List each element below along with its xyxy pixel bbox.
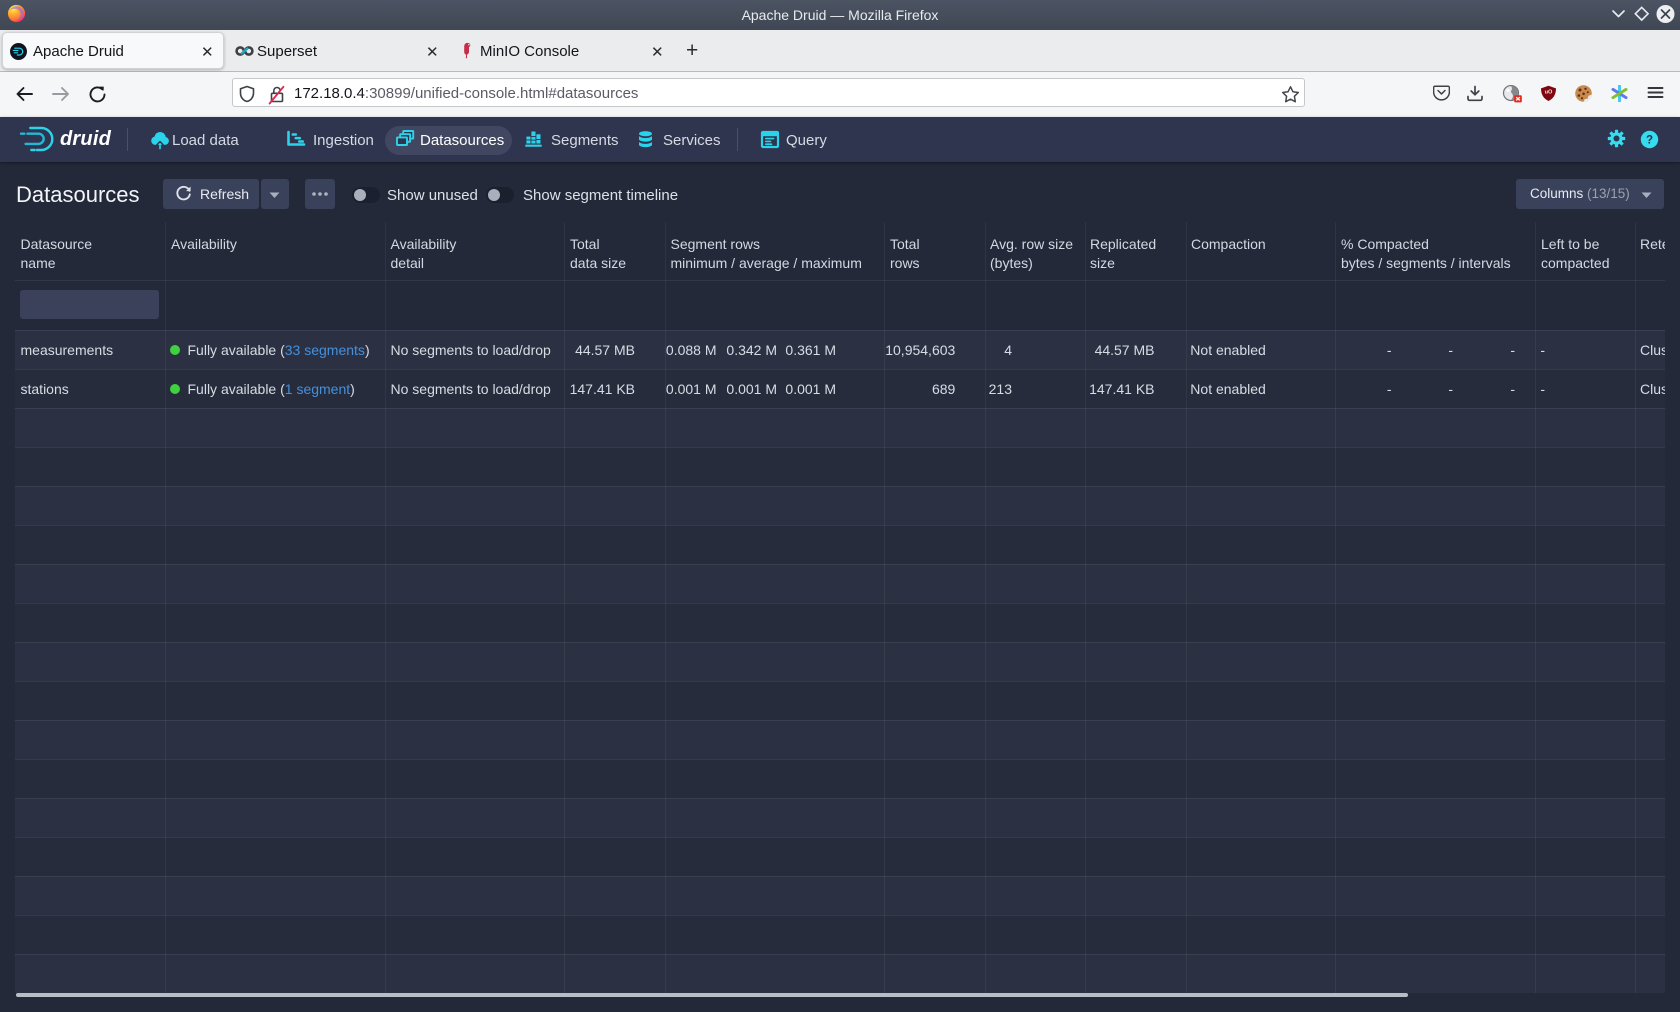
svg-text:uO: uO <box>1545 89 1553 95</box>
svg-text:?: ? <box>1646 134 1653 146</box>
